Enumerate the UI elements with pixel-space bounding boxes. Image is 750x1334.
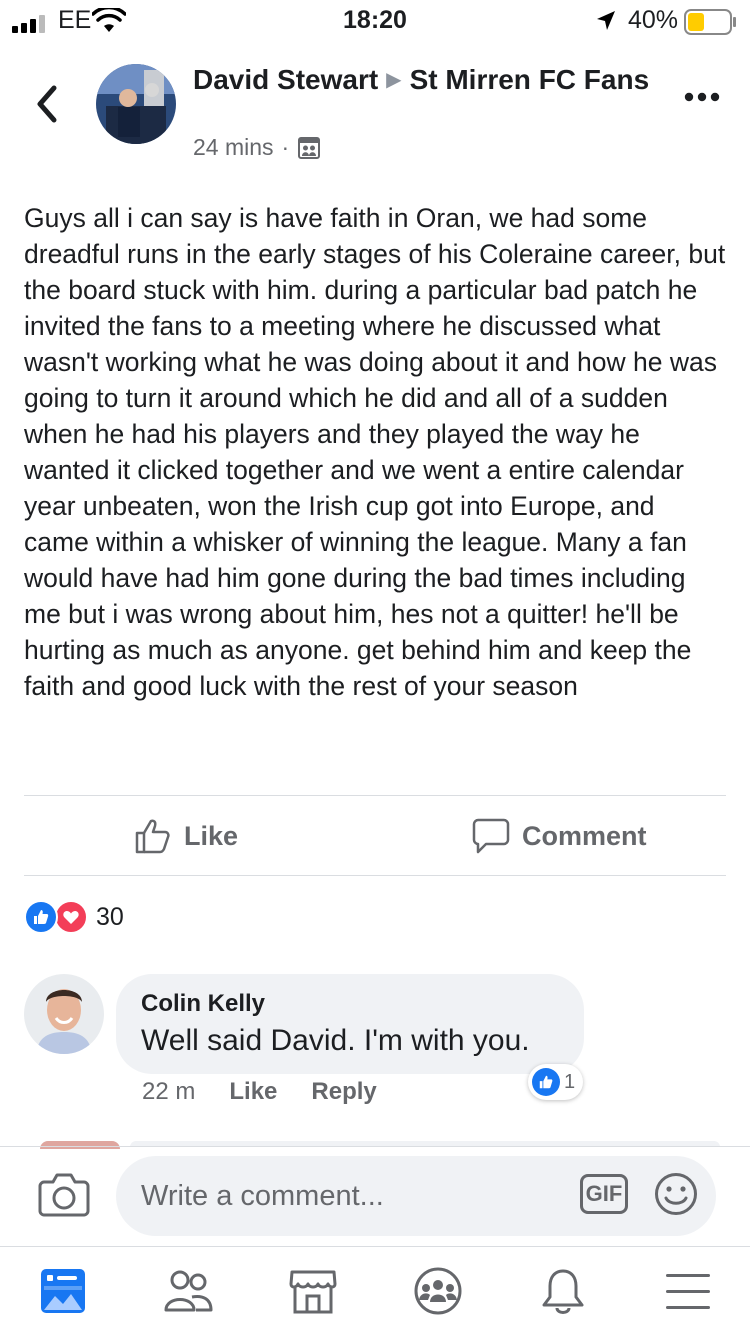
comment-text: Well said David. I'm with you.	[141, 1024, 530, 1057]
marketplace-icon[interactable]	[288, 1266, 338, 1316]
battery-percent: 40%	[628, 6, 679, 34]
gif-label: GIF	[585, 1181, 623, 1206]
comment-like-count: 1	[564, 1070, 576, 1093]
love-icon	[54, 900, 88, 934]
comment-label: Comment	[522, 820, 647, 851]
more-options-icon[interactable]	[684, 92, 720, 102]
status-bar: EE 18:20 40%	[0, 0, 750, 40]
comment-actions: 22 m Like Reply	[142, 1078, 377, 1106]
meta-separator: ·	[281, 134, 290, 160]
notifications-bell-icon[interactable]	[538, 1266, 588, 1316]
emoji-icon[interactable]	[654, 1172, 698, 1216]
post-author-line: David Stewart ▶ St Mirren FC Fans	[193, 62, 663, 101]
like-icon	[532, 1068, 560, 1096]
battery-icon	[684, 9, 736, 35]
groups-icon[interactable]	[413, 1266, 463, 1316]
like-icon	[24, 900, 58, 934]
author-avatar[interactable]	[96, 64, 176, 144]
comment-button[interactable]: Comment	[472, 812, 647, 860]
divider	[24, 875, 726, 876]
comment-reply-button[interactable]: Reply	[311, 1078, 376, 1106]
composer-divider	[0, 1146, 750, 1147]
tabbar-divider	[0, 1246, 750, 1247]
post-timestamp[interactable]: 24 mins	[193, 134, 274, 161]
thumbs-up-icon	[135, 819, 170, 854]
arrow-right-icon: ▶	[386, 69, 402, 91]
post-meta: 24 mins ·	[193, 134, 321, 161]
camera-icon[interactable]	[38, 1170, 90, 1218]
comment-reaction-badge[interactable]: 1	[528, 1064, 584, 1100]
next-comment-avatar-peek	[40, 1141, 120, 1149]
group-name[interactable]: St Mirren FC Fans	[410, 64, 650, 95]
commenter-avatar[interactable]	[24, 974, 104, 1054]
author-name[interactable]: David Stewart	[193, 64, 378, 95]
comment-timestamp: 22 m	[142, 1078, 196, 1105]
commenter-name[interactable]: Colin Kelly	[141, 990, 265, 1018]
back-arrow-icon[interactable]	[32, 84, 62, 124]
like-button[interactable]: Like	[134, 812, 238, 860]
like-label: Like	[184, 820, 239, 851]
friends-icon[interactable]	[163, 1266, 213, 1316]
menu-icon[interactable]	[663, 1266, 713, 1316]
group-icon	[298, 136, 321, 159]
divider	[24, 795, 726, 796]
post-body-text: Guys all i can say is have faith in Oran…	[24, 203, 726, 701]
reaction-count: 30	[96, 902, 124, 931]
news-feed-icon[interactable]	[38, 1266, 88, 1316]
location-arrow-icon	[597, 11, 615, 30]
comment-icon	[472, 818, 510, 854]
reactions-summary[interactable]: 30	[24, 900, 124, 934]
comment-like-button[interactable]: Like	[229, 1078, 277, 1106]
gif-button[interactable]: GIF	[580, 1174, 628, 1214]
